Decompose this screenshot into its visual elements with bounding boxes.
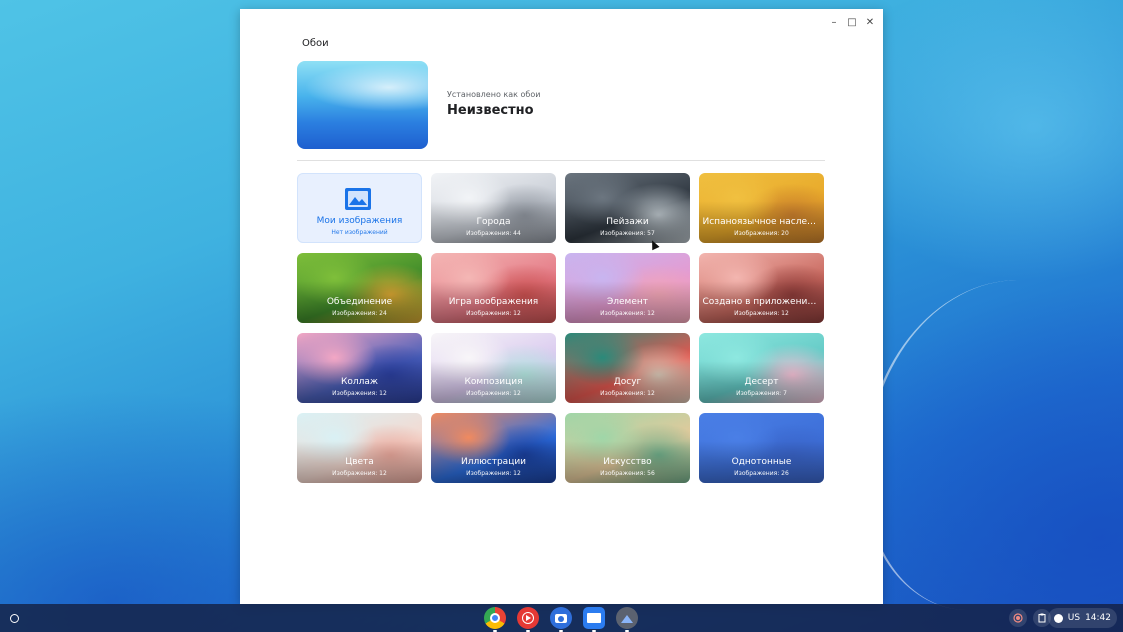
collection-tile[interactable]: Создано в приложении "Хо... Изображения: … (699, 253, 824, 323)
divider (297, 160, 825, 161)
launcher-icon (9, 613, 19, 623)
collection-name: Десерт (744, 377, 779, 387)
minimize-button[interactable]: – (825, 13, 843, 31)
collection-count: Изображения: 56 (600, 470, 655, 477)
collection-name: Иллюстрации (460, 457, 527, 467)
maximize-button[interactable]: □ (843, 13, 861, 31)
collection-name: Пейзажи (606, 217, 649, 227)
clock: 14:42 (1085, 613, 1111, 623)
collection-tile[interactable]: Пейзажи Изображения: 57 (565, 173, 690, 243)
collection-name: Испаноязычное наследие (702, 217, 821, 227)
current-wallpaper-subtitle: Установлено как обои (447, 90, 541, 99)
collection-tile[interactable]: Искусство Изображения: 56 (565, 413, 690, 483)
collection-count: Изображения: 7 (736, 390, 787, 397)
collection-tile[interactable]: Цвета Изображения: 12 (297, 413, 422, 483)
collection-count: Нет изображений (331, 229, 388, 236)
collection-name: Досуг (613, 377, 642, 387)
shelf: US 14:42 (0, 604, 1123, 632)
collection-name: Коллаж (340, 377, 379, 387)
collection-name: Создано в приложении "Хо... (702, 297, 821, 307)
collection-count: Изображения: 12 (332, 390, 387, 397)
collection-count: Изображения: 44 (466, 230, 521, 237)
files-app-icon[interactable] (583, 607, 605, 632)
collection-name: Элемент (606, 297, 649, 307)
collection-name: Объединение (326, 297, 393, 307)
collection-tile[interactable]: Игра воображения Изображения: 12 (431, 253, 556, 323)
my-images-icon (345, 188, 371, 210)
battery-icon (1053, 613, 1063, 623)
camera-app-icon[interactable] (550, 607, 572, 632)
collection-name: Игра воображения (448, 297, 539, 307)
collection-count: Изображения: 12 (466, 390, 521, 397)
collection-tile[interactable]: Иллюстрации Изображения: 12 (431, 413, 556, 483)
youtube-music-app-icon[interactable] (517, 607, 539, 632)
collection-count: Изображения: 12 (600, 310, 655, 317)
collection-name: Искусство (603, 457, 652, 467)
collection-tile[interactable]: Однотонные Изображения: 26 (699, 413, 824, 483)
collection-tile[interactable]: Десерт Изображения: 7 (699, 333, 824, 403)
launcher-button[interactable] (4, 608, 24, 628)
current-wallpaper-title: Неизвестно (447, 103, 534, 118)
close-button[interactable]: ✕ (861, 13, 879, 31)
collection-name: Цвета (345, 457, 374, 467)
collection-count: Изображения: 12 (466, 470, 521, 477)
wallpaper-app-icon[interactable] (616, 607, 638, 632)
collection-name: Мои изображения (316, 216, 403, 226)
collection-tile[interactable]: Объединение Изображения: 24 (297, 253, 422, 323)
screen-record-button[interactable] (1009, 609, 1027, 627)
collection-tile[interactable]: Испаноязычное наследие Изображения: 20 (699, 173, 824, 243)
collection-tile[interactable]: Мои изображения Нет изображений (297, 173, 422, 243)
collection-tile[interactable]: Композиция Изображения: 12 (431, 333, 556, 403)
wallpaper-app-window: – □ ✕ Обои Установлено как обои Неизвест… (240, 9, 883, 604)
record-icon (1013, 613, 1023, 623)
current-wallpaper-preview[interactable] (297, 61, 428, 149)
collection-tile[interactable]: Города Изображения: 44 (431, 173, 556, 243)
collection-count: Изображения: 12 (332, 470, 387, 477)
collection-count: Изображения: 20 (734, 230, 789, 237)
collection-name: Города (476, 217, 511, 227)
chrome-app-icon[interactable] (484, 607, 506, 632)
collection-count: Изображения: 24 (332, 310, 387, 317)
clipboard-icon (1038, 613, 1046, 623)
collection-count: Изображения: 12 (734, 310, 789, 317)
collection-tile[interactable]: Элемент Изображения: 12 (565, 253, 690, 323)
collection-count: Изображения: 12 (600, 390, 655, 397)
app-title: Обои (302, 38, 329, 49)
shelf-apps (484, 607, 638, 632)
collection-name: Однотонные (731, 457, 792, 467)
collection-tile[interactable]: Коллаж Изображения: 12 (297, 333, 422, 403)
status-area[interactable]: US 14:42 (1047, 608, 1117, 628)
collection-count: Изображения: 57 (600, 230, 655, 237)
keyboard-layout: US (1067, 613, 1081, 623)
collection-tile[interactable]: Досуг Изображения: 12 (565, 333, 690, 403)
collection-count: Изображения: 12 (466, 310, 521, 317)
window-controls: – □ ✕ (825, 13, 879, 31)
collection-count: Изображения: 26 (734, 470, 789, 477)
collection-name: Композиция (464, 377, 523, 387)
tray-icons (1009, 609, 1051, 627)
collections-grid: Мои изображения Нет изображений Города Изоб… (297, 173, 826, 483)
